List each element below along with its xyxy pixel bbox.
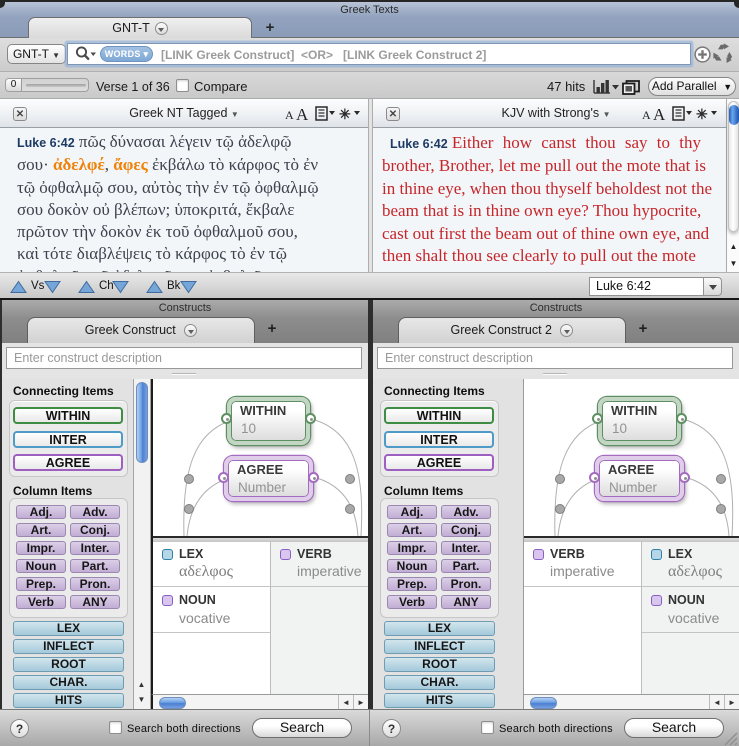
svg-text:✳: ✳ xyxy=(339,106,351,122)
svg-text:A: A xyxy=(296,105,309,124)
svg-text:✳: ✳ xyxy=(696,106,708,122)
svg-text:A: A xyxy=(642,108,651,122)
svg-text:A: A xyxy=(653,105,666,124)
svg-text:A: A xyxy=(285,108,294,122)
